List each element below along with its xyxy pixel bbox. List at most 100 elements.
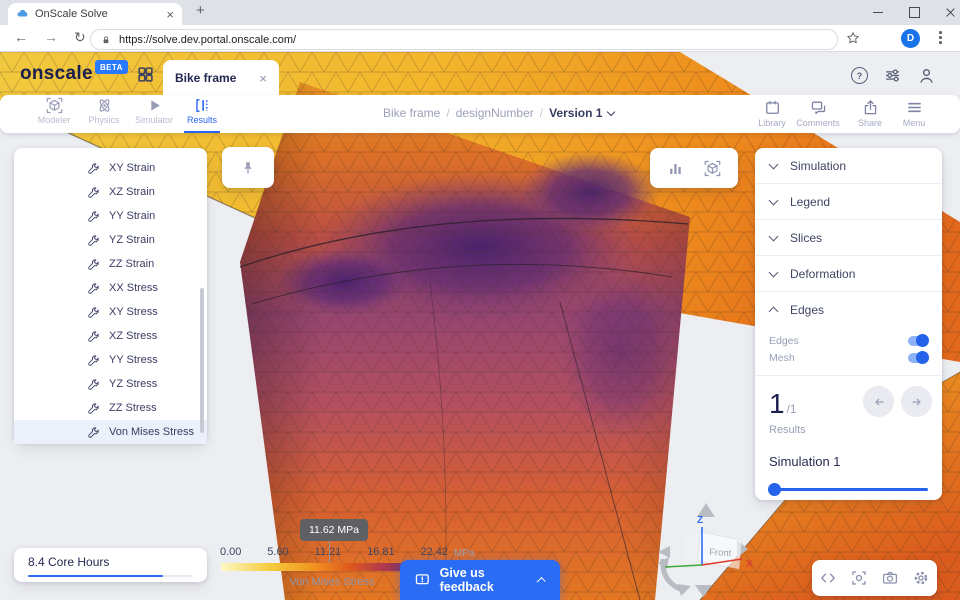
nav-simulator-label: Simulator xyxy=(134,115,173,125)
list-item[interactable]: XY Strain xyxy=(14,156,207,180)
list-item[interactable]: YZ Stress xyxy=(14,372,207,396)
list-item[interactable]: YZ Strain xyxy=(14,228,207,252)
menu-icon xyxy=(906,99,923,116)
cube-side-face[interactable] xyxy=(683,532,700,563)
code-button code-icon[interactable] xyxy=(820,570,836,586)
section-simulation[interactable]: Simulation xyxy=(755,148,942,184)
edges-toggle[interactable] xyxy=(908,334,929,347)
results-pager: 1/1 Results Simulation 1 xyxy=(755,376,942,496)
tab-close-icon[interactable]: × xyxy=(166,8,174,21)
pin-panel-button[interactable] xyxy=(222,147,274,188)
list-item[interactable]: ZZ Stress xyxy=(14,396,207,420)
section-edges[interactable]: Edges xyxy=(755,292,942,327)
list-scrollbar[interactable] xyxy=(200,288,204,433)
legend-unit: MPa xyxy=(454,548,475,559)
refresh-button[interactable]: ↻ xyxy=(74,29,86,46)
chart-button bar-chart-icon[interactable] xyxy=(667,160,684,177)
nav-simulator[interactable]: Simulator xyxy=(128,97,180,125)
pager-prev-button[interactable] xyxy=(863,386,894,417)
version-selector[interactable]: Version 1 xyxy=(549,106,602,120)
cube-front-label[interactable]: Front xyxy=(709,547,732,559)
breadcrumb-separator: / xyxy=(539,106,544,120)
library-icon xyxy=(764,99,781,116)
edges-controls: Edges Mesh xyxy=(755,327,942,376)
list-item[interactable]: XZ Stress xyxy=(14,324,207,348)
window-close-button[interactable] xyxy=(932,0,960,25)
nav-modeler[interactable]: Modeler xyxy=(28,97,80,125)
view-arrow-down[interactable] xyxy=(695,585,712,597)
person-icon xyxy=(918,67,935,84)
fit-model-button cube-icon[interactable] xyxy=(704,160,721,177)
new-tab-button[interactable]: + xyxy=(196,2,205,19)
list-item[interactable]: XX Stress xyxy=(14,276,207,300)
navigation-cube[interactable]: Front Z X xyxy=(645,495,770,600)
slider-knob[interactable] xyxy=(768,483,781,496)
browser-tab-strip: OnScale Solve × + xyxy=(0,0,960,25)
nav-results-label: Results xyxy=(186,115,217,125)
app-window: Front Z X OnScale Solve × + ← → ↻ https:… xyxy=(0,0,960,600)
nav-results[interactable]: Results xyxy=(176,97,228,125)
preferences-button[interactable] xyxy=(884,67,901,84)
back-button[interactable]: ← xyxy=(14,29,28,45)
share-label: Share xyxy=(857,118,883,128)
list-item-label: Von Mises Stress xyxy=(109,426,194,438)
url-text[interactable]: https://solve.dev.portal.onscale.com/ xyxy=(119,34,296,46)
window-minimize-button[interactable] xyxy=(860,0,896,25)
list-item-selected[interactable]: Von Mises Stress xyxy=(14,420,207,444)
chevron-up-icon[interactable] xyxy=(536,576,546,587)
bookmark-star-icon[interactable] xyxy=(846,31,860,45)
menu-button[interactable]: Menu xyxy=(890,99,938,128)
help-button[interactable]: ? xyxy=(851,67,868,84)
list-item[interactable]: YY Strain xyxy=(14,204,207,228)
chevron-down-icon xyxy=(768,267,779,277)
wrench-icon xyxy=(87,402,100,415)
account-button[interactable] xyxy=(918,67,935,84)
forward-button[interactable]: → xyxy=(44,29,58,45)
view-arrow-left[interactable] xyxy=(658,546,670,558)
core-hours-card: 8.4 Core Hours xyxy=(14,548,207,582)
list-item[interactable]: XY Stress xyxy=(14,300,207,324)
screenshot-button camera-icon[interactable] xyxy=(882,570,898,586)
breadcrumb: Bike frame / designNumber / Version 1 xyxy=(383,106,616,120)
document-tab[interactable]: Bike frame × xyxy=(163,60,279,96)
browser-menu-icon[interactable] xyxy=(939,31,942,46)
wrench-icon xyxy=(87,210,100,223)
browser-avatar[interactable]: D xyxy=(901,29,920,48)
address-bar[interactable]: https://solve.dev.portal.onscale.com/ xyxy=(90,29,838,50)
list-item[interactable]: XZ Strain xyxy=(14,180,207,204)
nav-physics[interactable]: Physics xyxy=(78,97,130,125)
viewport-tools xyxy=(650,148,738,188)
list-item[interactable]: YY Stress xyxy=(14,348,207,372)
apps-grid-icon[interactable] xyxy=(137,66,154,83)
section-slices[interactable]: Slices xyxy=(755,220,942,256)
pager-next-button[interactable] xyxy=(901,386,932,417)
breadcrumb-design[interactable]: designNumber xyxy=(456,106,534,120)
x-axis-label: X xyxy=(746,559,753,570)
menu-label: Menu xyxy=(902,118,926,128)
beta-badge: BETA xyxy=(95,60,128,74)
list-item[interactable]: ZZ Strain xyxy=(14,252,207,276)
feedback-button[interactable]: Give us feedback xyxy=(400,560,560,600)
list-item-label: ZZ Strain xyxy=(109,258,155,270)
browser-tab[interactable]: OnScale Solve × xyxy=(8,3,182,25)
window-maximize-button[interactable] xyxy=(896,0,932,25)
rotate-arrowhead-bottom[interactable] xyxy=(678,584,691,596)
simulation-slider[interactable] xyxy=(768,482,928,496)
slider-track[interactable] xyxy=(769,488,928,491)
breadcrumb-project[interactable]: Bike frame xyxy=(383,106,440,120)
section-label: Legend xyxy=(790,194,831,209)
library-button[interactable]: Library xyxy=(748,99,796,128)
nav-modeler-label: Modeler xyxy=(37,115,71,125)
comments-button[interactable]: Comments xyxy=(794,99,842,128)
section-legend[interactable]: Legend xyxy=(755,184,942,220)
section-deformation[interactable]: Deformation xyxy=(755,256,942,292)
focus-button focus-icon[interactable] xyxy=(851,570,867,586)
document-tab-close-icon[interactable]: × xyxy=(259,71,267,86)
chevron-down-icon[interactable] xyxy=(607,107,616,116)
settings-button gear-icon[interactable] xyxy=(913,570,929,586)
share-button[interactable]: Share xyxy=(846,99,894,128)
document-tab-title: Bike frame xyxy=(175,71,237,85)
share-icon xyxy=(862,99,879,116)
mesh-toggle[interactable] xyxy=(908,351,929,364)
favicon-cloud-icon xyxy=(16,8,28,20)
